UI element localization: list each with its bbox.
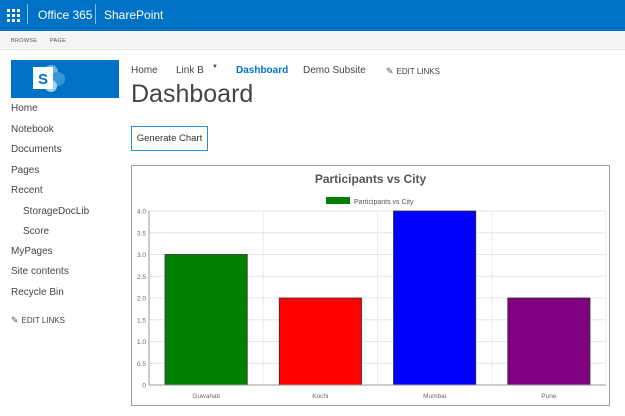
nav-item-pages[interactable]: Pages bbox=[11, 165, 39, 176]
ribbon-bar: BROWSE PAGE bbox=[0, 31, 625, 50]
y-tick-label: 4.0 bbox=[137, 209, 146, 216]
page-title: Dashboard bbox=[131, 80, 254, 108]
nav-item-documents[interactable]: Documents bbox=[11, 144, 62, 155]
generate-chart-button[interactable]: Generate Chart bbox=[131, 126, 208, 151]
legend-label: Participants vs City bbox=[354, 199, 414, 206]
nav-item-notebook[interactable]: Notebook bbox=[11, 124, 54, 135]
topnav-edit-links[interactable]: ✎ EDIT LINKS bbox=[386, 66, 440, 77]
y-tick-label: 3.5 bbox=[137, 230, 146, 237]
y-tick-label: 2.0 bbox=[137, 296, 146, 303]
topnav-item-link-b[interactable]: Link B bbox=[176, 65, 204, 76]
y-tick-label: 1.0 bbox=[137, 339, 146, 346]
x-tick-label: Pune bbox=[541, 393, 557, 400]
chart-bar bbox=[278, 297, 362, 386]
pencil-icon: ✎ bbox=[386, 66, 394, 76]
nav-item-site-contents[interactable]: Site contents bbox=[11, 266, 69, 277]
x-tick-label: Mumbai bbox=[423, 393, 446, 400]
y-tick-label: 0.5 bbox=[137, 361, 146, 368]
topnav-item-dashboard[interactable]: Dashboard bbox=[236, 65, 288, 76]
chart-container: Participants vs City Participants vs City… bbox=[131, 165, 610, 406]
nav-item-score[interactable]: Score bbox=[23, 226, 49, 237]
y-tick-label: 2.5 bbox=[137, 274, 146, 281]
edit-links-label: EDIT LINKS bbox=[396, 67, 440, 76]
svg-text:S: S bbox=[38, 71, 48, 88]
x-tick-label: Guwahati bbox=[192, 393, 219, 400]
legend-swatch bbox=[326, 197, 350, 204]
chevron-down-icon[interactable]: ▼ bbox=[212, 64, 218, 70]
office365-link[interactable]: Office 365 bbox=[38, 8, 92, 22]
app-launcher-icon[interactable] bbox=[0, 0, 27, 31]
nav-item-storagedoclib[interactable]: StorageDocLib bbox=[23, 206, 89, 217]
topnav-item-demo-subsite[interactable]: Demo Subsite bbox=[303, 65, 366, 76]
chart-title: Participants vs City bbox=[315, 172, 427, 186]
nav-item-recycle-bin[interactable]: Recycle Bin bbox=[11, 287, 64, 298]
bar-chart: Participants vs City Participants vs City… bbox=[137, 172, 607, 400]
suite-divider bbox=[27, 4, 28, 24]
topnav-item-home[interactable]: Home bbox=[131, 65, 158, 76]
y-tick-label: 0 bbox=[142, 383, 146, 390]
quick-launch-edit-links[interactable]: ✎ EDIT LINKS bbox=[11, 315, 65, 326]
ribbon-tab-page[interactable]: PAGE bbox=[50, 38, 66, 44]
edit-links-label: EDIT LINKS bbox=[21, 316, 65, 325]
nav-item-recent[interactable]: Recent bbox=[11, 185, 43, 196]
ribbon-tab-browse[interactable]: BROWSE bbox=[11, 38, 37, 44]
suite-divider bbox=[95, 4, 96, 24]
y-tick-label: 3.0 bbox=[137, 252, 146, 259]
site-logo[interactable]: S bbox=[11, 60, 119, 98]
chart-bar bbox=[507, 297, 591, 386]
sharepoint-logo-icon: S bbox=[33, 65, 65, 92]
y-tick-label: 1.5 bbox=[137, 317, 146, 324]
chart-bar bbox=[393, 210, 477, 386]
nav-item-home[interactable]: Home bbox=[11, 103, 38, 114]
nav-item-mypages[interactable]: MyPages bbox=[11, 246, 53, 257]
pencil-icon: ✎ bbox=[11, 315, 19, 325]
sharepoint-link[interactable]: SharePoint bbox=[104, 8, 163, 22]
suite-bar: Office 365 SharePoint bbox=[0, 0, 625, 31]
x-tick-label: Kochi bbox=[312, 393, 328, 400]
chart-bar bbox=[164, 254, 248, 386]
